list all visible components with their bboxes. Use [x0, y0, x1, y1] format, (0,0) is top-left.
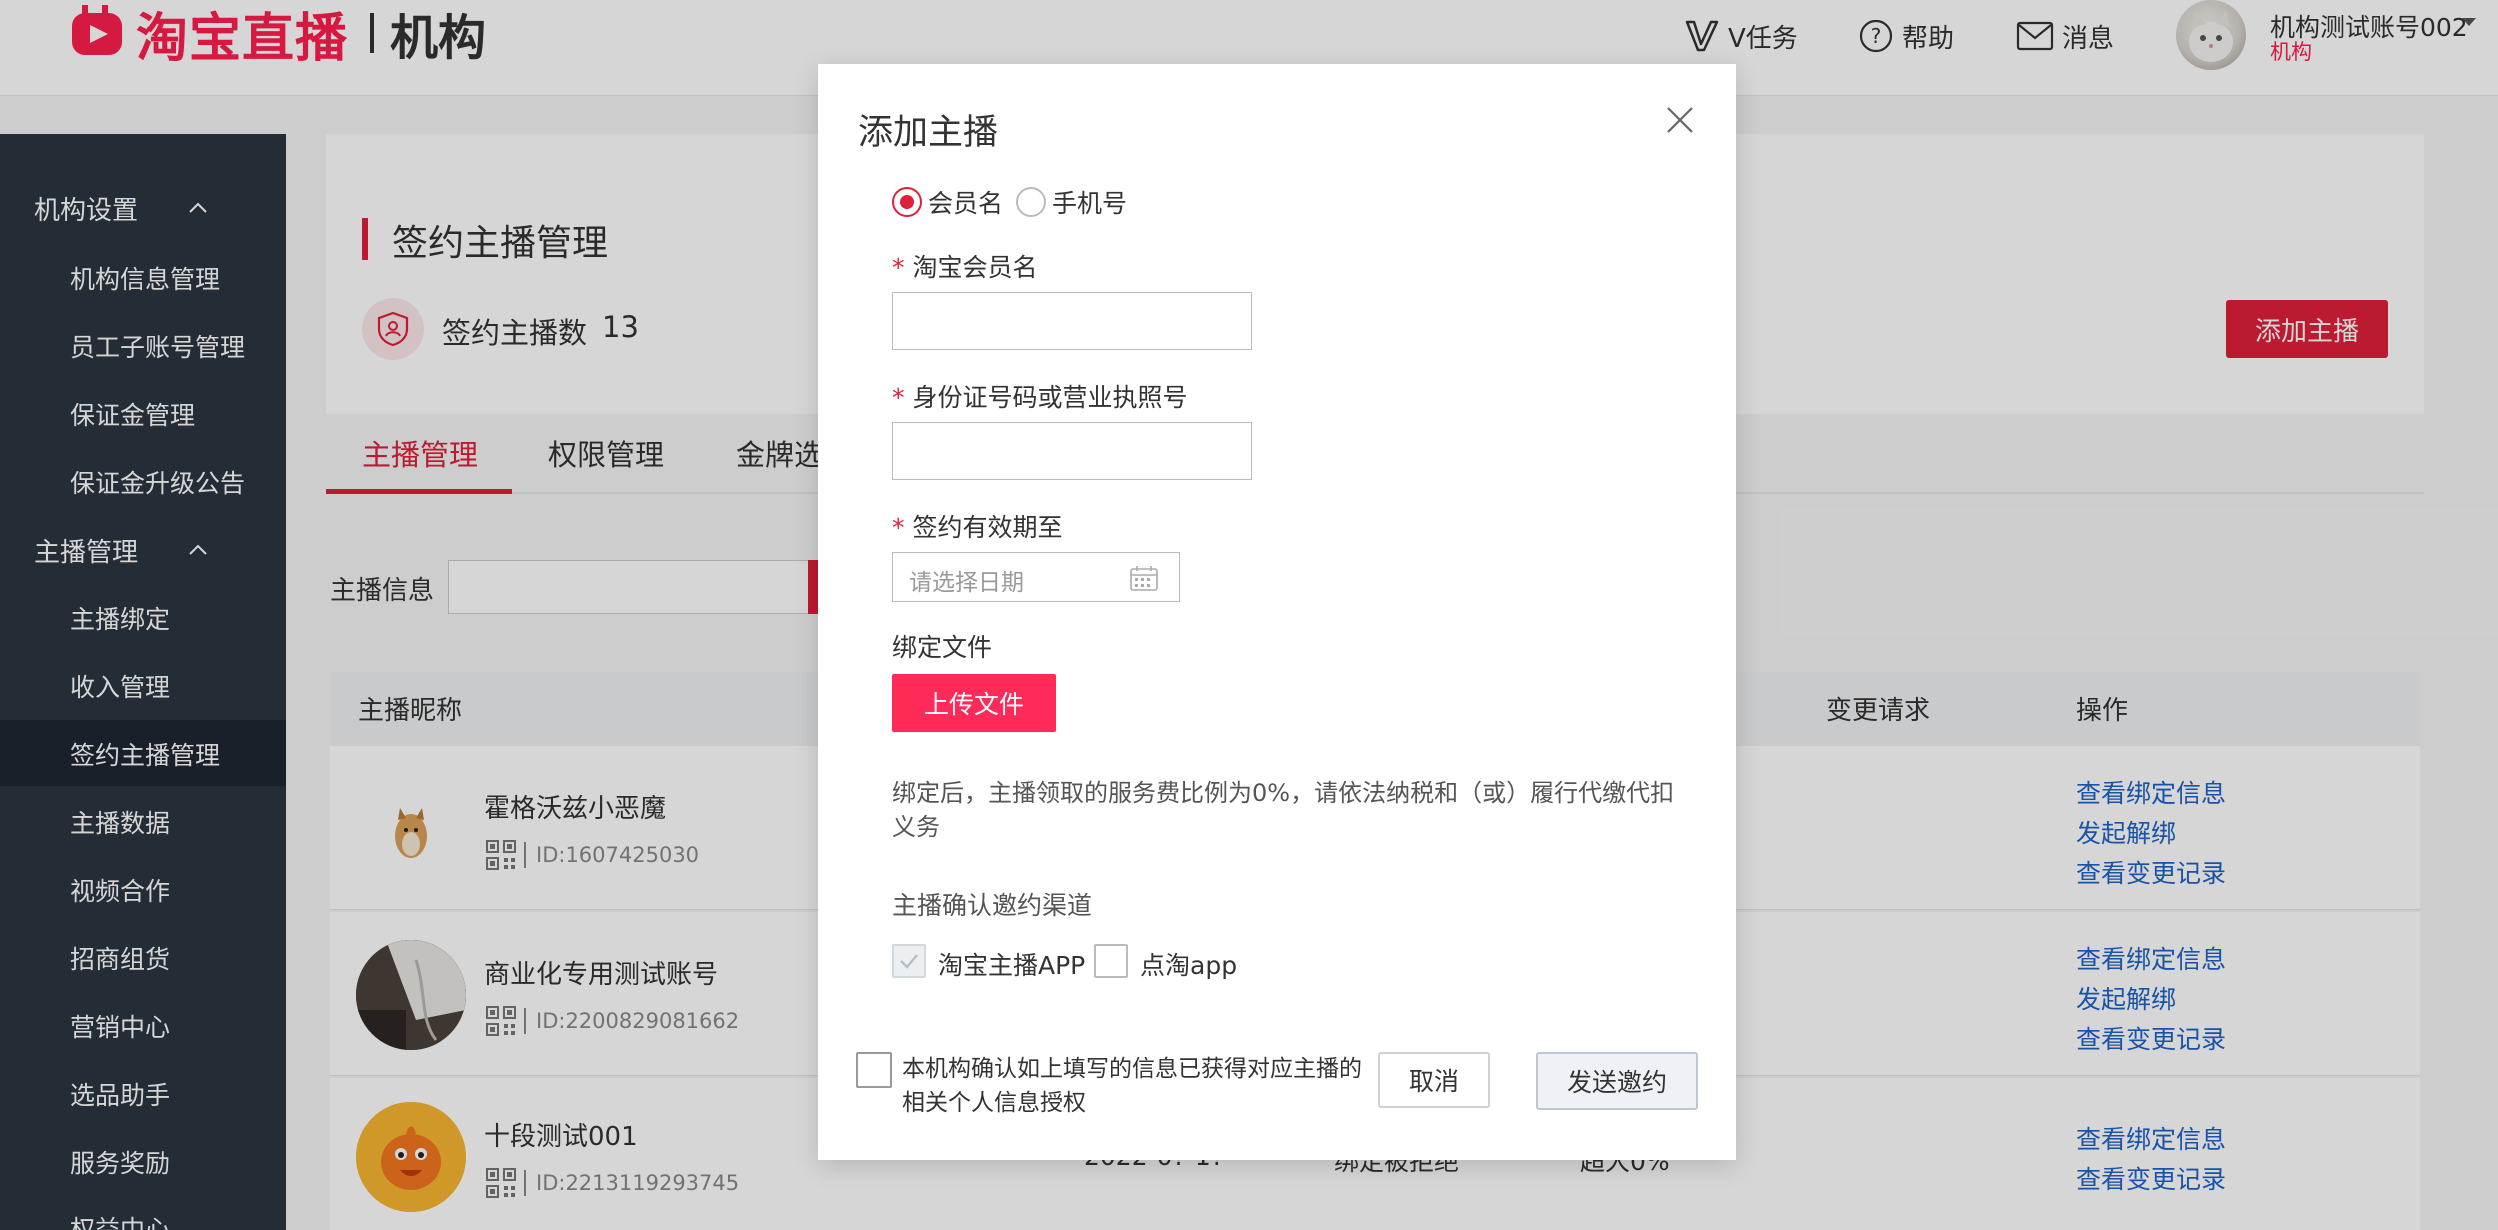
required-mark: * [892, 513, 905, 542]
cancel-button[interactable]: 取消 [1378, 1052, 1490, 1108]
authorization-confirm-checkbox[interactable] [856, 1052, 892, 1088]
checkmark-icon [900, 954, 918, 969]
service-fee-notice: 绑定后，主播领取的服务费比例为0%，请依法纳税和（或）履行代缴代扣义务 [892, 779, 1675, 841]
required-mark: * [892, 383, 905, 412]
upload-file-button[interactable]: 上传文件 [892, 674, 1056, 732]
id-number-input[interactable] [892, 422, 1252, 480]
id-number-label: * 身份证号码或营业执照号 [892, 383, 1188, 412]
radio-phone-number-label: 手机号 [1052, 189, 1128, 218]
radio-member-name-label: 会员名 [928, 189, 1004, 218]
binding-file-label: 绑定文件 [892, 633, 993, 662]
channel-diantao-label: 点淘app [1140, 951, 1238, 980]
channel-taobao-anchor-checkbox [892, 944, 926, 978]
radio-checked-icon[interactable] [892, 187, 922, 217]
authorization-confirm-text: 本机构确认如上填写的信息已获得对应主播的相关个人信息授权 [902, 1056, 1362, 1116]
required-mark: * [892, 253, 905, 282]
calendar-icon[interactable] [1130, 565, 1158, 591]
send-invitation-button[interactable]: 发送邀约 [1536, 1052, 1698, 1110]
radio-member-name[interactable]: 会员名 [892, 186, 1003, 218]
member-name-input[interactable] [892, 292, 1252, 350]
dialog-title: 添加主播 [858, 113, 999, 153]
radio-phone-number[interactable]: 手机号 [1016, 186, 1127, 218]
member-name-label: * 淘宝会员名 [892, 253, 1038, 282]
close-icon[interactable] [1664, 104, 1696, 136]
channel-taobao-anchor-label: 淘宝主播APP [938, 951, 1086, 980]
add-anchor-dialog [818, 64, 1736, 1160]
channel-diantao-checkbox[interactable] [1094, 944, 1128, 978]
contract-expiry-label: * 签约有效期至 [892, 513, 1063, 542]
radio-unchecked-icon[interactable] [1016, 187, 1046, 217]
invite-channel-label: 主播确认邀约渠道 [892, 891, 1093, 920]
